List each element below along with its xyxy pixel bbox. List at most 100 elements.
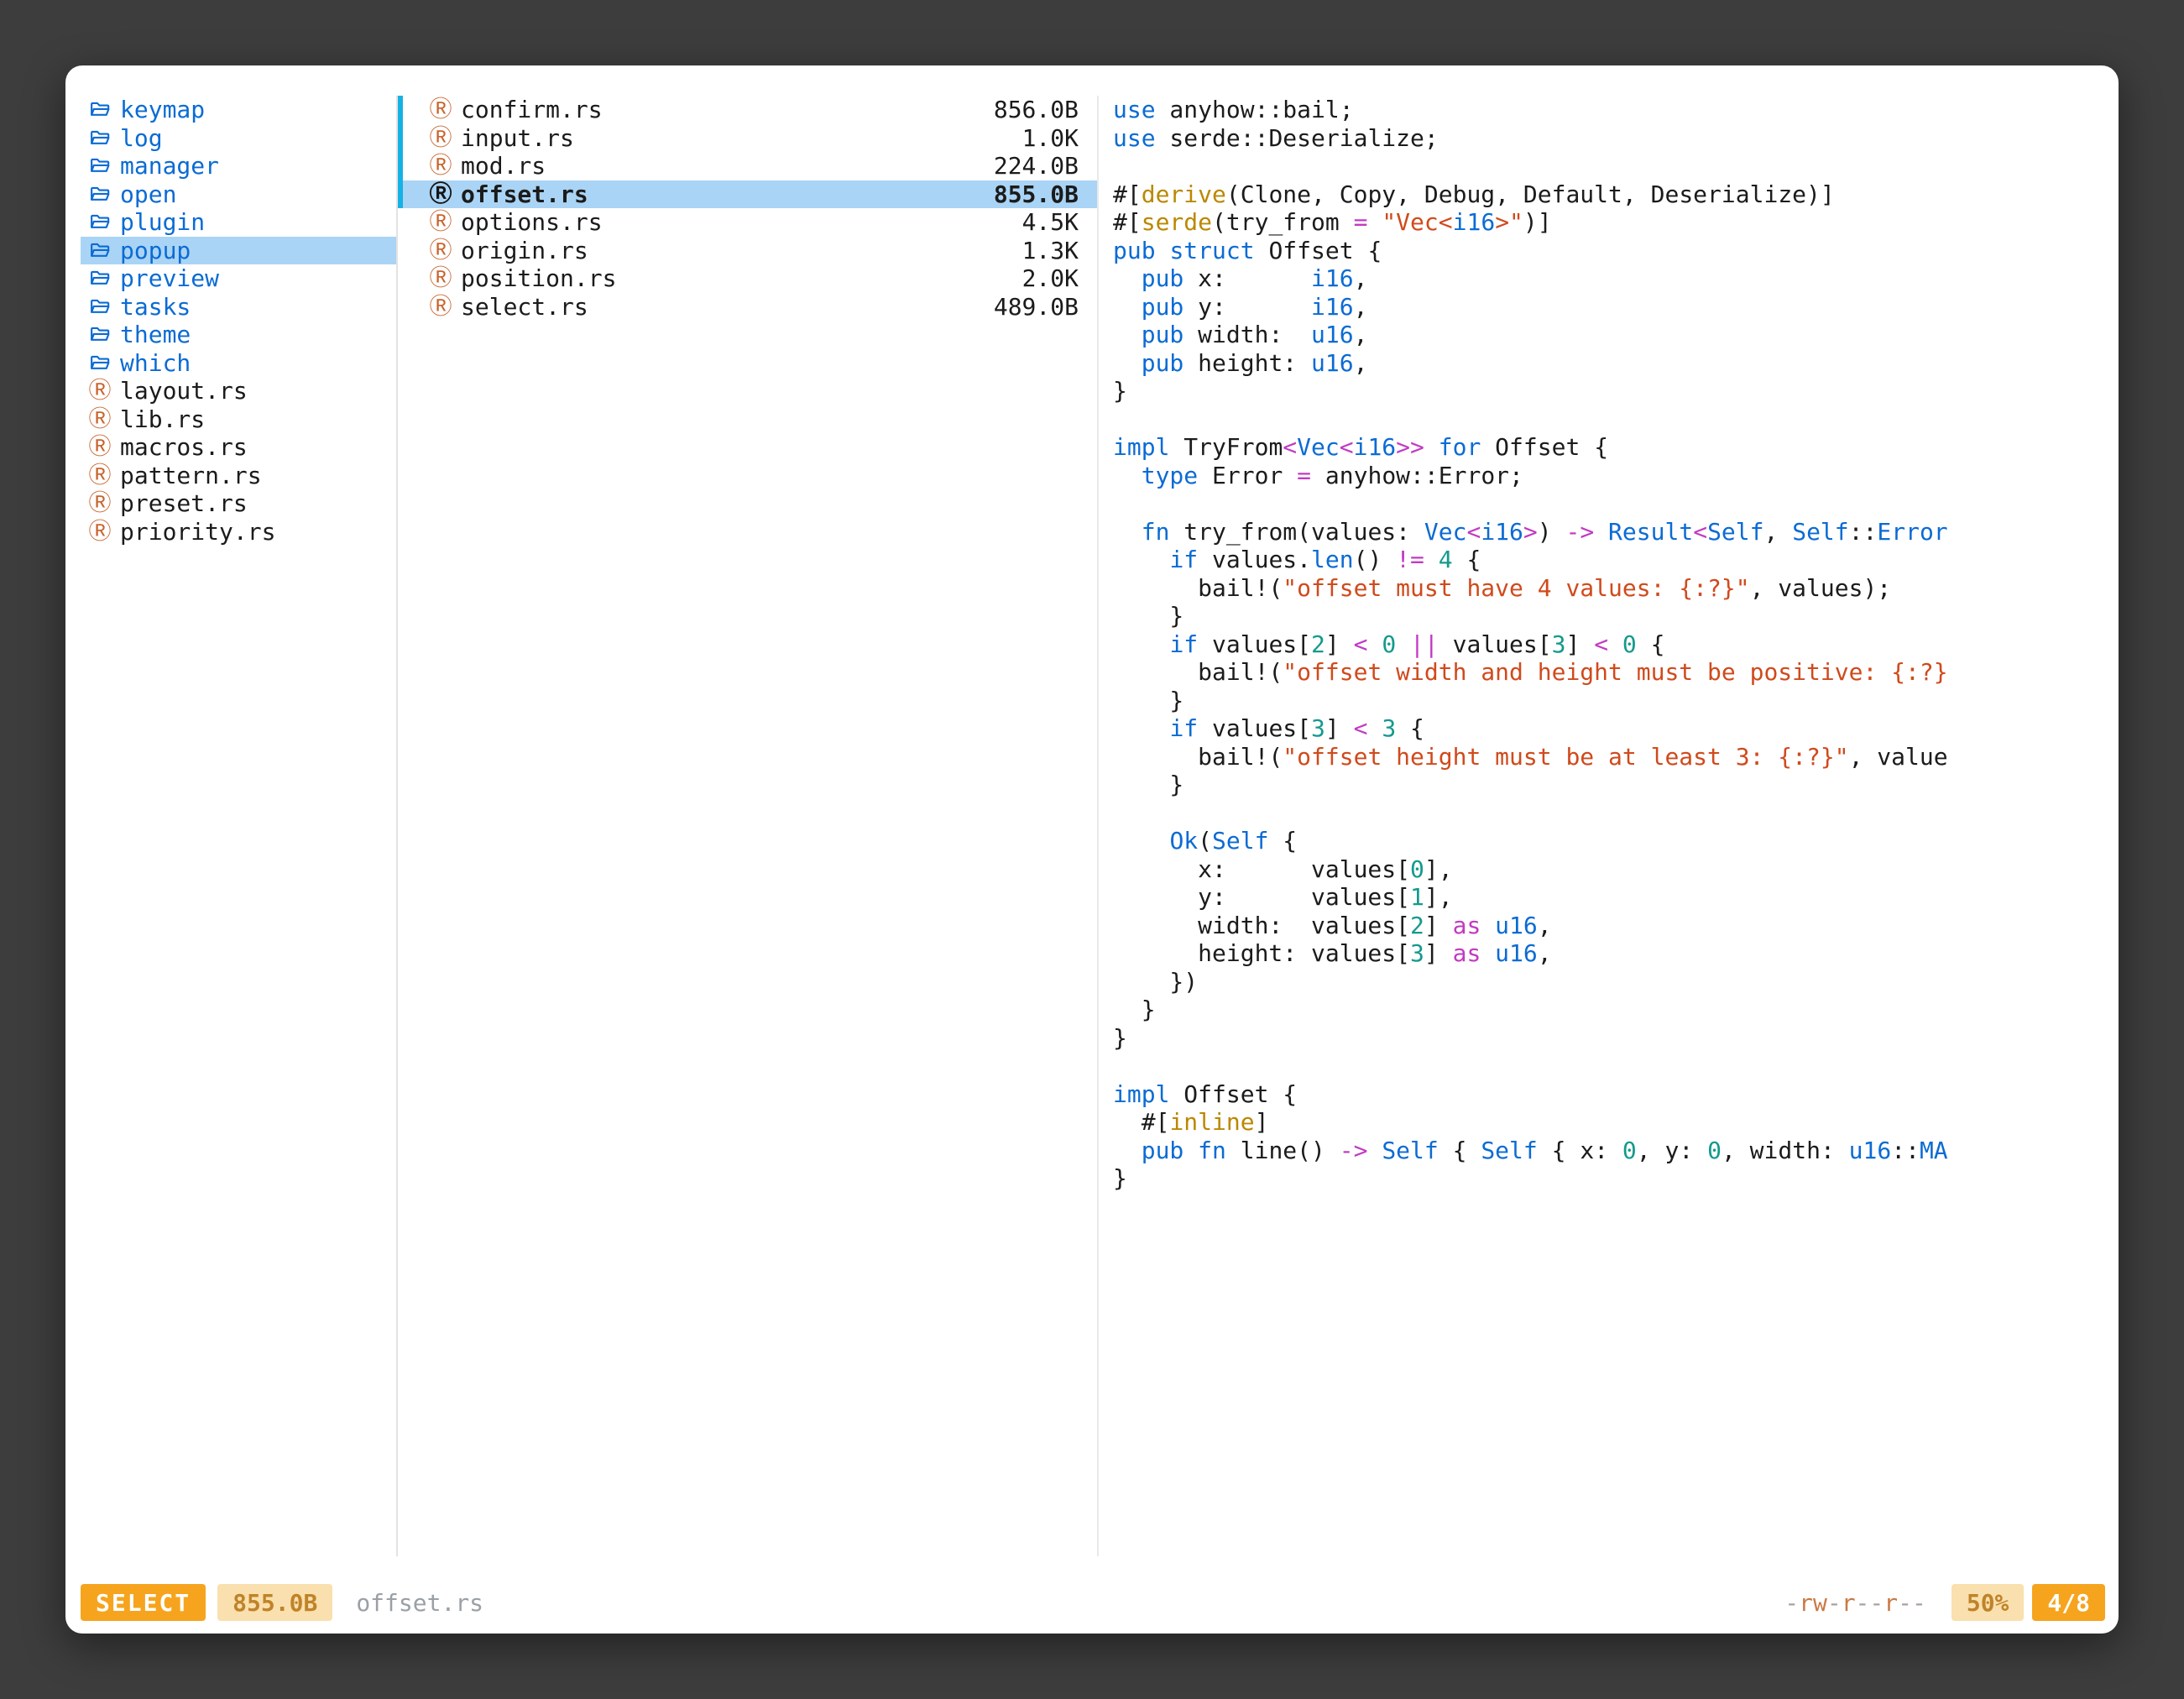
scroll-percent-badge: 50% [1951, 1584, 2025, 1621]
sidebar-item-preview[interactable]: preview [81, 264, 396, 293]
rust-file-icon: Ⓡ [428, 295, 453, 318]
code-line: #[inline] [1113, 1108, 2105, 1137]
code-line: impl Offset { [1113, 1080, 2105, 1109]
file-name: select.rs [461, 293, 986, 321]
folder-icon [87, 352, 112, 374]
code-line: if values[3] < 3 { [1113, 714, 2105, 743]
sidebar-item-preset-rs[interactable]: Ⓡpreset.rs [81, 489, 396, 518]
file-size-badge: 855.0B [217, 1584, 332, 1621]
file-name: origin.rs [461, 237, 1015, 264]
file-size: 856.0B [994, 96, 1079, 123]
file-manager-window: keymaplogmanageropenpluginpopuppreviewta… [65, 65, 2119, 1634]
sidebar-item-lib-rs[interactable]: Ⓡlib.rs [81, 405, 396, 434]
file-row-position-rs[interactable]: Ⓡposition.rs2.0K [398, 264, 1097, 293]
rust-file-icon: Ⓡ [428, 98, 453, 121]
code-line [1113, 799, 2105, 828]
sidebar-item-plugin[interactable]: plugin [81, 208, 396, 237]
code-line: #[derive(Clone, Copy, Debug, Default, De… [1113, 180, 2105, 209]
code-line: impl TryFrom<Vec<i16>> for Offset { [1113, 433, 2105, 462]
parent-pane: keymaplogmanageropenpluginpopuppreviewta… [81, 96, 396, 1556]
code-line: Ok(Self { [1113, 827, 2105, 855]
sidebar-item-popup[interactable]: popup [81, 237, 396, 265]
file-row-confirm-rs[interactable]: Ⓡconfirm.rs856.0B [398, 96, 1097, 124]
folder-icon [87, 267, 112, 290]
rust-file-icon: Ⓡ [87, 379, 112, 402]
rust-file-icon: Ⓡ [428, 239, 453, 262]
code-line: bail!("offset width and height must be p… [1113, 658, 2105, 687]
code-line: pub x: i16, [1113, 264, 2105, 293]
sidebar-item-theme[interactable]: theme [81, 321, 396, 349]
code-line: bail!("offset height must be at least 3:… [1113, 743, 2105, 771]
code-line [1113, 152, 2105, 180]
sidebar-item-manager[interactable]: manager [81, 152, 396, 180]
current-pane: Ⓡconfirm.rs856.0BⓇinput.rs1.0KⓇmod.rs224… [396, 96, 1097, 1556]
folder-icon [87, 295, 112, 318]
status-bar: SELECT 855.0B offset.rs -rw-r--r-- 50% 4… [81, 1583, 2105, 1622]
folder-icon [87, 211, 112, 233]
code-line: pub struct Offset { [1113, 237, 2105, 265]
item-label: which [120, 349, 191, 377]
code-line: } [1113, 687, 2105, 715]
sidebar-item-open[interactable]: open [81, 180, 396, 209]
file-name: position.rs [461, 264, 1015, 292]
file-row-offset-rs[interactable]: Ⓡoffset.rs855.0B [398, 180, 1097, 209]
code-line: fn try_from(values: Vec<i16>) -> Result<… [1113, 518, 2105, 546]
rust-file-icon: Ⓡ [428, 183, 453, 206]
code-line: use serde::Deserialize; [1113, 124, 2105, 153]
sidebar-item-log[interactable]: log [81, 124, 396, 153]
sidebar-item-which[interactable]: which [81, 349, 396, 378]
file-row-mod-rs[interactable]: Ⓡmod.rs224.0B [398, 152, 1097, 180]
code-line: } [1113, 602, 2105, 630]
code-line [1113, 1052, 2105, 1080]
code-line: if values[2] < 0 || values[3] < 0 { [1113, 630, 2105, 659]
item-label: keymap [120, 96, 205, 123]
code-line: if values.len() != 4 { [1113, 546, 2105, 574]
item-label: theme [120, 321, 191, 348]
sidebar-item-keymap[interactable]: keymap [81, 96, 396, 124]
code-line: } [1113, 996, 2105, 1024]
rust-file-icon: Ⓡ [87, 492, 112, 515]
rust-file-icon: Ⓡ [428, 154, 453, 177]
file-size: 1.3K [1022, 237, 1079, 264]
folder-icon [87, 98, 112, 121]
code-line: type Error = anyhow::Error; [1113, 462, 2105, 490]
rust-file-icon: Ⓡ [428, 211, 453, 233]
item-label: manager [120, 152, 219, 180]
item-label: plugin [120, 208, 205, 236]
item-label: layout.rs [120, 377, 248, 405]
sidebar-item-pattern-rs[interactable]: Ⓡpattern.rs [81, 462, 396, 490]
item-label: priority.rs [120, 518, 275, 546]
code-line: } [1113, 1164, 2105, 1193]
code-line [1113, 405, 2105, 434]
folder-icon [87, 154, 112, 177]
file-size: 2.0K [1022, 264, 1079, 292]
sidebar-item-priority-rs[interactable]: Ⓡpriority.rs [81, 518, 396, 546]
panes: keymaplogmanageropenpluginpopuppreviewta… [81, 96, 2105, 1556]
file-size: 224.0B [994, 152, 1079, 180]
code-line: } [1113, 377, 2105, 405]
code-line: #[serde(try_from = "Vec<i16>")] [1113, 208, 2105, 237]
file-name: options.rs [461, 208, 1015, 236]
file-row-input-rs[interactable]: Ⓡinput.rs1.0K [398, 124, 1097, 153]
item-label: tasks [120, 293, 191, 321]
code-line: use anyhow::bail; [1113, 96, 2105, 124]
item-label: open [120, 180, 176, 208]
file-size: 855.0B [994, 180, 1079, 208]
sidebar-item-tasks[interactable]: tasks [81, 293, 396, 322]
rust-file-icon: Ⓡ [87, 436, 112, 458]
file-size: 4.5K [1022, 208, 1079, 236]
file-row-options-rs[interactable]: Ⓡoptions.rs4.5K [398, 208, 1097, 237]
item-label: log [120, 124, 163, 152]
code-line [1113, 489, 2105, 518]
scroll-indicator-bar [396, 96, 403, 208]
sidebar-item-layout-rs[interactable]: Ⓡlayout.rs [81, 377, 396, 405]
file-row-select-rs[interactable]: Ⓡselect.rs489.0B [398, 293, 1097, 322]
file-permissions: -rw-r--r-- [1784, 1589, 1926, 1617]
code-line: }) [1113, 968, 2105, 996]
item-label: popup [120, 237, 191, 264]
file-name: input.rs [461, 124, 1015, 152]
file-row-origin-rs[interactable]: Ⓡorigin.rs 1.3K [398, 237, 1097, 265]
sidebar-item-macros-rs[interactable]: Ⓡmacros.rs [81, 433, 396, 462]
folder-icon [87, 239, 112, 262]
item-label: preview [120, 264, 219, 292]
